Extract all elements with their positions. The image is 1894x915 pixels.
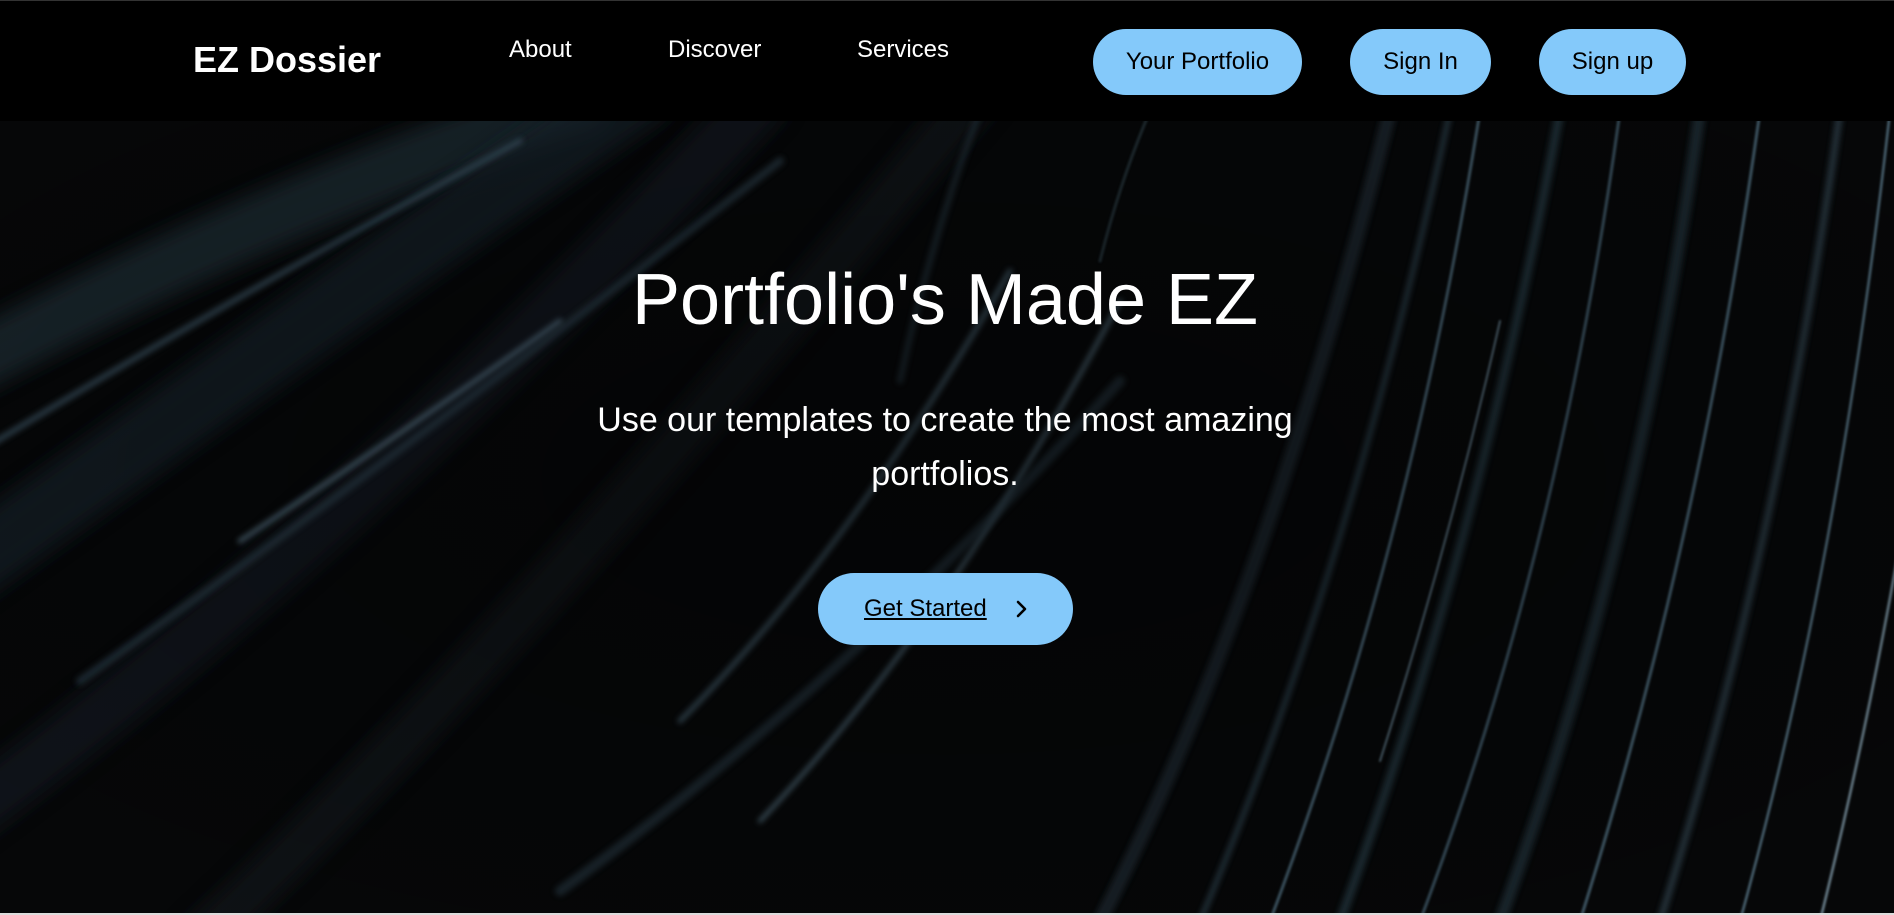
brand-logo[interactable]: EZ Dossier <box>193 39 381 81</box>
nav-link-about[interactable]: About <box>509 36 572 64</box>
hero-subtitle: Use our templates to create the most ama… <box>597 401 1293 493</box>
page: EZ Dossier About Discover Services Your … <box>0 0 1894 915</box>
sign-in-button[interactable]: Sign In <box>1350 29 1491 95</box>
nav-link-services[interactable]: Services <box>857 36 949 64</box>
hero-background-image <box>0 121 1894 915</box>
hero-title: Portfolio's Made EZ <box>632 260 1258 340</box>
get-started-button[interactable]: Get Started <box>818 573 1073 645</box>
get-started-label: Get Started <box>864 595 987 622</box>
sign-up-button[interactable]: Sign up <box>1539 29 1686 95</box>
chevron-right-icon <box>1016 600 1027 618</box>
your-portfolio-button[interactable]: Your Portfolio <box>1093 29 1302 95</box>
nav-link-discover[interactable]: Discover <box>668 36 761 64</box>
hero-section: Portfolio's Made EZ Use our templates to… <box>0 121 1894 915</box>
navbar: EZ Dossier About Discover Services Your … <box>0 0 1894 121</box>
